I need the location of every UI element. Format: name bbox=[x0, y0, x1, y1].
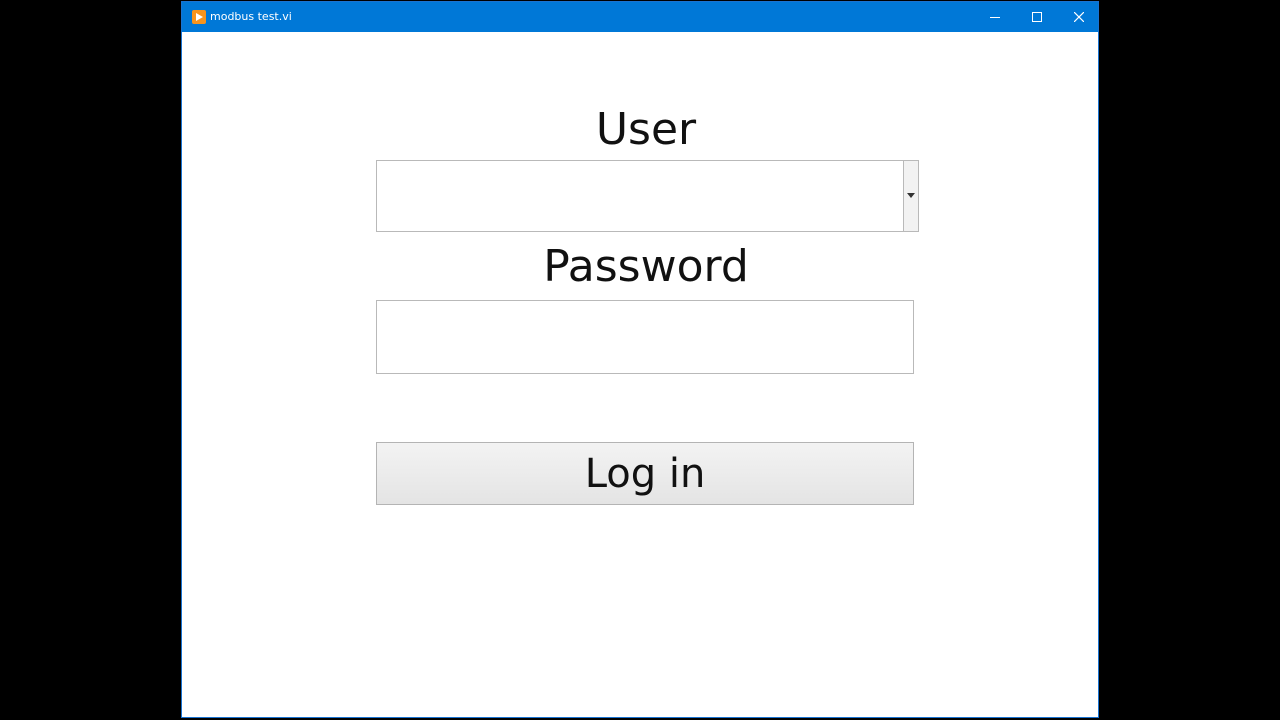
user-dropdown-button[interactable] bbox=[903, 161, 918, 231]
close-icon bbox=[1074, 12, 1084, 22]
dropdown-arrow-icon bbox=[907, 193, 915, 198]
close-button[interactable] bbox=[1058, 2, 1100, 32]
minimize-icon bbox=[990, 17, 1000, 18]
password-label: Password bbox=[543, 241, 749, 292]
maximize-icon bbox=[1032, 12, 1042, 22]
login-button[interactable]: Log in bbox=[376, 442, 914, 505]
window-title: modbus test.vi bbox=[210, 10, 292, 23]
user-label: User bbox=[595, 104, 697, 155]
minimize-button[interactable] bbox=[974, 2, 1016, 32]
labview-run-icon bbox=[192, 10, 206, 24]
password-input[interactable] bbox=[376, 300, 914, 374]
title-bar[interactable]: modbus test.vi bbox=[182, 2, 1098, 32]
app-window: modbus test.vi User Password Log in bbox=[181, 1, 1099, 718]
user-input[interactable] bbox=[377, 161, 902, 231]
user-combobox[interactable] bbox=[376, 160, 919, 232]
maximize-button[interactable] bbox=[1016, 2, 1058, 32]
